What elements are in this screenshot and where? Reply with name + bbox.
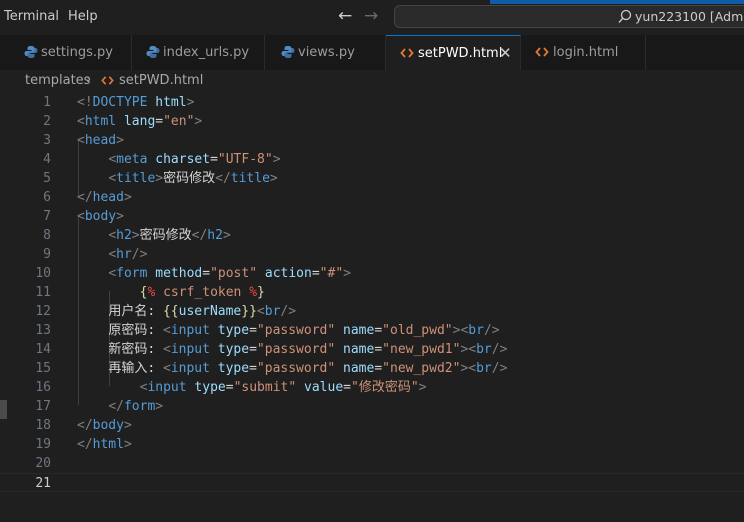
tab-label: settings.py <box>41 45 113 60</box>
line-number: 4 <box>43 152 51 167</box>
code-text: </body> <box>77 418 132 433</box>
html-icon <box>535 47 549 57</box>
line-number: 11 <box>35 285 51 300</box>
search-text: yun223100 [Administ <box>635 9 744 24</box>
code-text: </head> <box>77 190 132 205</box>
line-number: 13 <box>35 323 51 338</box>
line-number: 18 <box>35 418 51 433</box>
line-number: 16 <box>35 380 51 395</box>
menu-help[interactable]: Help <box>68 9 98 24</box>
search-icon <box>618 9 632 23</box>
code-line[interactable]: 11 {% csrf_token %} <box>0 283 744 302</box>
line-number: 14 <box>35 342 51 357</box>
code-text: <html lang="en"> <box>77 114 203 129</box>
line-number: 5 <box>43 171 51 186</box>
code-text: <title>密码修改</title> <box>108 171 278 186</box>
code-text: </form> <box>108 399 164 414</box>
code-text: 再输入: <input type="password" name="new_pw… <box>108 361 508 376</box>
chevron-right-icon: › <box>86 72 92 87</box>
code-line[interactable]: 3 <head> <box>0 131 744 150</box>
python-icon <box>281 46 295 58</box>
code-text: <h2>密码修改</h2> <box>108 228 231 243</box>
code-text: <meta charset="UTF-8"> <box>108 152 281 167</box>
close-icon[interactable]: ✕ <box>499 44 512 62</box>
line-number: 8 <box>43 228 51 243</box>
line-number: 21 <box>35 476 51 491</box>
code-line[interactable]: 9 <hr/> <box>0 245 744 264</box>
tab-label: setPWD.html <box>418 46 503 61</box>
code-line[interactable]: 5 <title>密码修改</title> <box>0 169 744 188</box>
code-text: {% csrf_token %} <box>139 285 265 300</box>
forward-arrow-icon[interactable]: → <box>364 6 378 26</box>
tab-settings-py[interactable]: settings.py <box>8 35 132 70</box>
line-number: 10 <box>35 266 51 281</box>
code-line[interactable]: 21 <box>0 473 744 492</box>
code-line[interactable]: 12 用户名: {{userName}}<br/> <box>0 302 744 321</box>
code-line[interactable]: 19 </html> <box>0 435 744 454</box>
menu-terminal[interactable]: Terminal <box>4 9 59 24</box>
python-icon <box>146 46 160 58</box>
line-number: 9 <box>43 247 51 262</box>
code-text: 新密码: <input type="password" name="new_pw… <box>108 342 508 357</box>
code-line[interactable]: 18 </body> <box>0 416 744 435</box>
tab-login-html[interactable]: login.html <box>521 35 646 70</box>
editor-tab-bar: settings.py index_urls.py views.py setPW… <box>0 35 744 71</box>
code-line[interactable]: 16 <input type="submit" value="修改密码"> <box>0 378 744 397</box>
code-line[interactable]: 7 <body> <box>0 207 744 226</box>
window-accent-strip <box>490 0 744 4</box>
python-icon <box>24 46 38 58</box>
code-text: </html> <box>77 437 132 452</box>
code-editor[interactable]: 1 <!DOCTYPE html> 2 <html lang="en"> 3 <head>… <box>0 92 744 522</box>
back-arrow-icon[interactable]: ← <box>338 6 352 26</box>
line-number: 15 <box>35 361 51 376</box>
line-number: 2 <box>43 114 51 129</box>
code-line[interactable]: 2 <html lang="en"> <box>0 112 744 131</box>
tab-label: views.py <box>298 45 355 60</box>
code-text: 用户名: {{userName}}<br/> <box>108 304 297 319</box>
command-center-search[interactable]: yun223100 [Administ <box>394 5 744 28</box>
line-number: 12 <box>35 304 51 319</box>
code-line[interactable]: 14 新密码: <input type="password" name="new… <box>0 340 744 359</box>
line-number: 6 <box>43 190 51 205</box>
tab-views-py[interactable]: views.py <box>265 35 386 70</box>
line-number: 17 <box>35 399 51 414</box>
code-line[interactable]: 6 </head> <box>0 188 744 207</box>
title-bar: Terminal Help ← → yun223100 [Administ <box>0 0 744 36</box>
breadcrumb-folder[interactable]: templates <box>25 73 90 88</box>
code-line[interactable]: 17 </form> <box>0 397 744 416</box>
line-number: 20 <box>35 456 51 471</box>
code-line[interactable]: 15 再输入: <input type="password" name="new… <box>0 359 744 378</box>
code-text: <!DOCTYPE html> <box>77 95 195 110</box>
code-text: <head> <box>77 133 124 148</box>
code-text: 原密码: <input type="password" name="old_pw… <box>108 323 500 338</box>
code-text: <body> <box>77 209 124 224</box>
code-line[interactable]: 10 <form method="post" action="#"> <box>0 264 744 283</box>
breadcrumb: templates › setPWD.html <box>0 70 744 92</box>
line-number: 7 <box>43 209 51 224</box>
breadcrumb-file[interactable]: setPWD.html <box>119 73 203 88</box>
line-number: 1 <box>43 95 51 110</box>
tab-label: index_urls.py <box>163 45 250 60</box>
tab-label: login.html <box>553 45 619 60</box>
code-text: <input type="submit" value="修改密码"> <box>139 380 427 395</box>
code-text: <form method="post" action="#"> <box>108 266 351 281</box>
code-line[interactable]: 8 <h2>密码修改</h2> <box>0 226 744 245</box>
code-line[interactable]: 1 <!DOCTYPE html> <box>0 93 744 112</box>
code-line[interactable]: 4 <meta charset="UTF-8"> <box>0 150 744 169</box>
html-icon <box>101 76 114 85</box>
tab-index-urls-py[interactable]: index_urls.py <box>132 35 265 70</box>
code-line[interactable]: 13 原密码: <input type="password" name="old… <box>0 321 744 340</box>
code-line[interactable]: 20 <box>0 454 744 473</box>
tab-setpwd-html[interactable]: setPWD.html ✕ <box>386 35 521 71</box>
code-text: <hr/> <box>108 247 148 262</box>
html-icon <box>400 48 414 58</box>
line-number: 3 <box>43 133 51 148</box>
line-number: 19 <box>35 437 51 452</box>
